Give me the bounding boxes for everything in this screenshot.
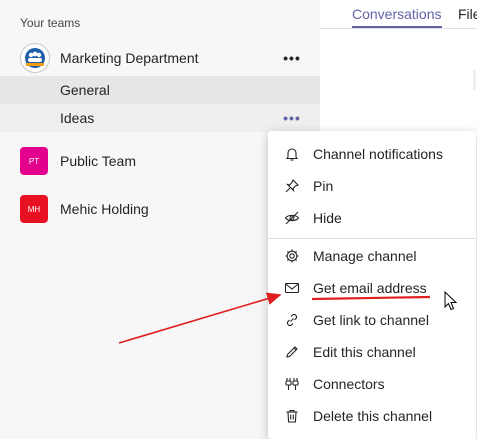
team-avatar: PT: [20, 147, 48, 175]
menu-item-channel-notifications[interactable]: Channel notifications: [268, 138, 476, 170]
tab-label: Conversations: [352, 6, 442, 22]
menu-item-manage-channel[interactable]: Manage channel: [268, 240, 476, 272]
team-logo-avatar: [20, 43, 50, 73]
menu-item-label: Manage channel: [313, 248, 417, 264]
link-icon: [283, 311, 301, 329]
menu-item-label: Connectors: [313, 376, 385, 392]
envelope-icon: [283, 279, 301, 297]
menu-item-edit-this-channel[interactable]: Edit this channel: [268, 336, 476, 368]
bell-icon: [283, 145, 301, 163]
menu-item-label: Delete this channel: [313, 408, 433, 424]
mouse-cursor-icon: [444, 290, 458, 316]
channel-general[interactable]: General: [0, 76, 320, 104]
team-name: Public Team: [60, 153, 137, 169]
menu-item-label: Edit this channel: [313, 344, 416, 360]
channel-name: General: [60, 82, 110, 98]
content-fragment: [473, 70, 476, 90]
trash-icon: [283, 407, 301, 425]
menu-divider: [268, 238, 476, 239]
channel-context-menu: Channel notifications Pin Hide Manage ch…: [268, 131, 476, 439]
your-teams-heading: Your teams: [20, 16, 81, 30]
channel-name: Ideas: [60, 110, 95, 126]
channel-ideas[interactable]: Ideas •••: [0, 104, 320, 132]
menu-item-hide[interactable]: Hide: [268, 202, 476, 234]
team-avatar: MH: [20, 195, 48, 223]
header-divider: [320, 28, 477, 29]
tab-conversations[interactable]: Conversations: [352, 6, 442, 29]
menu-item-label: Get link to channel: [313, 312, 429, 328]
tab-label: Files: [458, 6, 477, 22]
menu-item-label: Get email address: [313, 280, 427, 296]
menu-item-label: Channel notifications: [313, 146, 443, 162]
plug-icon: [283, 375, 301, 393]
more-options-icon[interactable]: •••: [281, 110, 303, 126]
team-name: Marketing Department: [60, 50, 199, 66]
pencil-icon: [283, 343, 301, 361]
team-marketing-department[interactable]: Marketing Department •••: [0, 38, 320, 78]
teams-window: Your teams Marketing Department ••• Gene…: [0, 0, 477, 439]
menu-item-label: Hide: [313, 210, 342, 226]
pin-icon: [283, 177, 301, 195]
more-options-icon[interactable]: •••: [281, 50, 303, 66]
eye-off-icon: [283, 209, 301, 227]
menu-item-label: Pin: [313, 178, 334, 194]
menu-item-connectors[interactable]: Connectors: [268, 368, 476, 400]
tab-files[interactable]: Files: [458, 6, 477, 22]
menu-item-pin[interactable]: Pin: [268, 170, 476, 202]
menu-item-delete-this-channel[interactable]: Delete this channel: [268, 400, 476, 432]
team-name: Mehic Holding: [60, 201, 149, 217]
gear-icon: [283, 247, 301, 265]
